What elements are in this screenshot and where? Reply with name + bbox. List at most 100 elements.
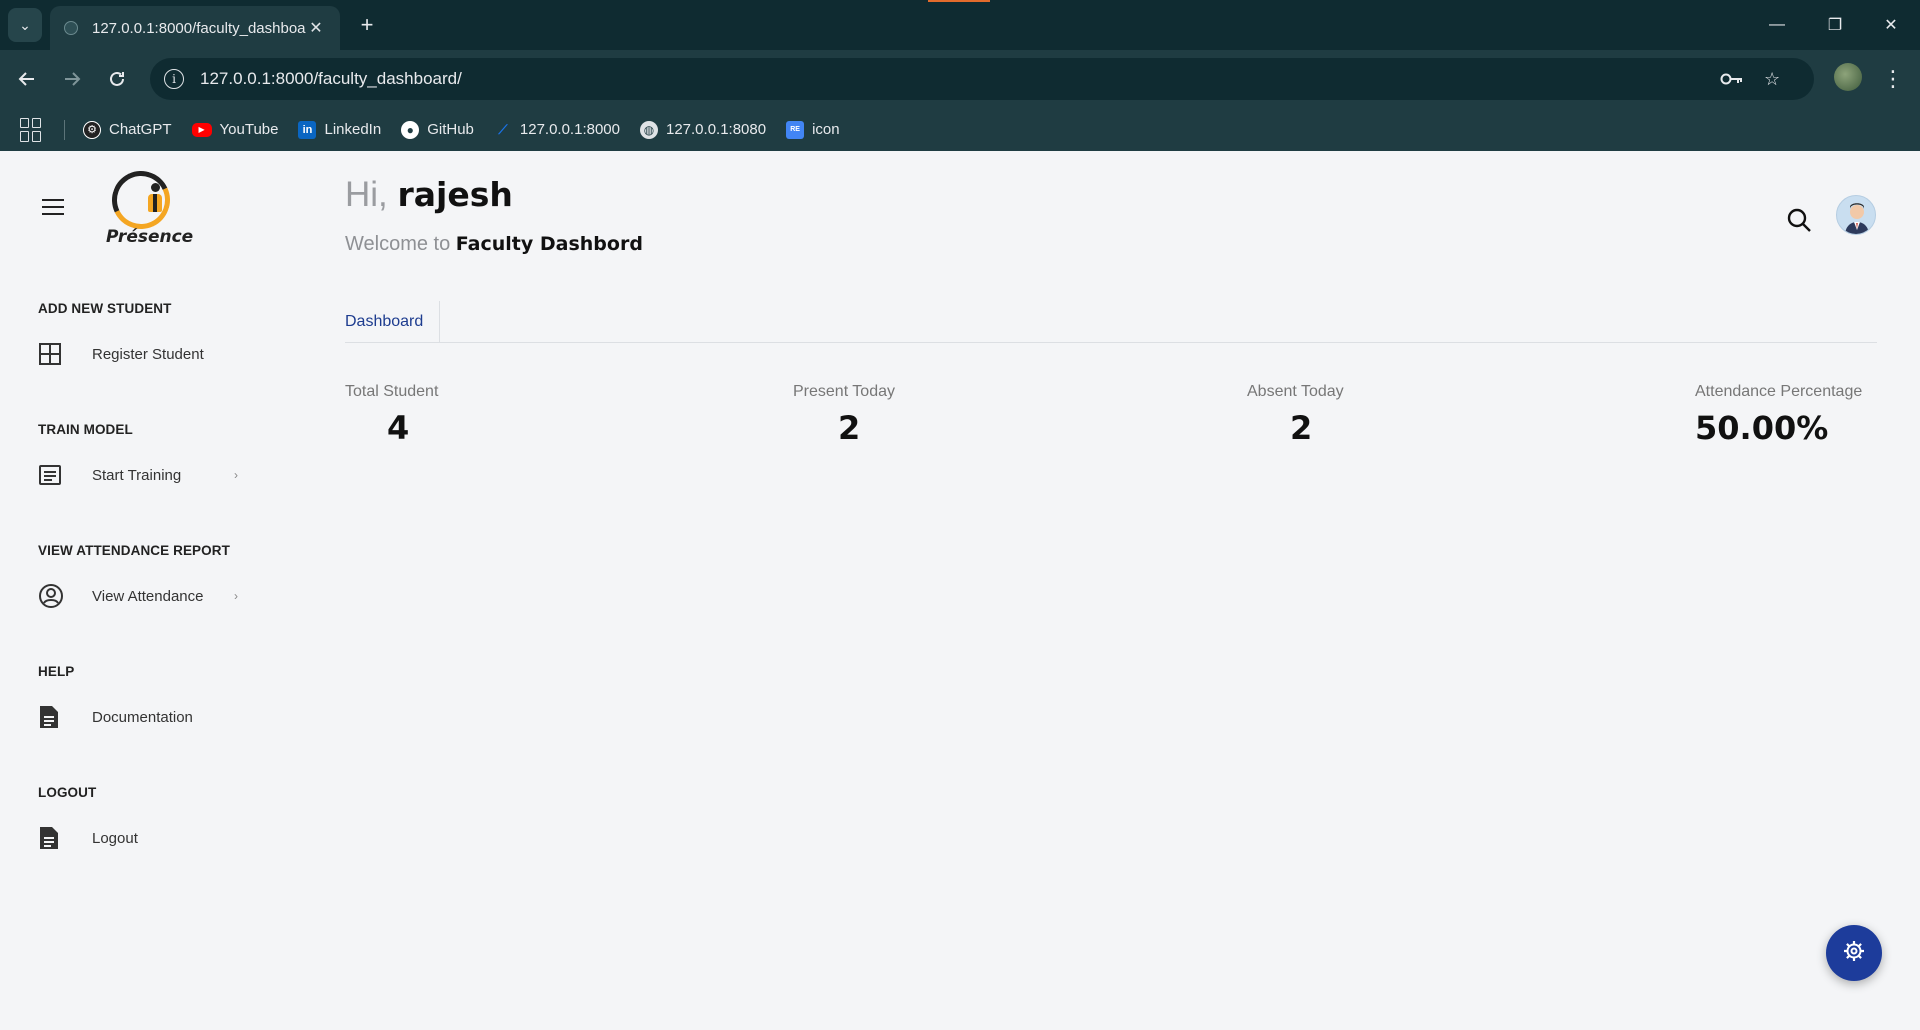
faculty-dashboard-page: Présence ADD NEW STUDENT Register Studen… (0, 151, 1920, 1030)
linkedin-icon: in (298, 120, 317, 139)
browser-tab-active[interactable]: 127.0.0.1:8000/faculty_dashboard/ ✕ (50, 6, 340, 50)
address-bar[interactable]: i 127.0.0.1:8000/faculty_dashboard/ ☆ (150, 58, 1814, 100)
stat-label: Attendance Percentage (1695, 383, 1863, 400)
new-tab-button[interactable]: + (352, 10, 382, 40)
repo-icon: RE (786, 120, 805, 139)
bookmark-icon[interactable]: RE icon (786, 120, 840, 139)
chevron-right-icon: › (234, 589, 238, 603)
tab-favicon-icon (64, 21, 78, 35)
welcome-prefix: Welcome to (345, 233, 451, 255)
localhost-icon: ⟋ (498, 121, 508, 137)
logo-text: Présence (106, 227, 194, 247)
apps-grid-icon[interactable] (20, 117, 44, 142)
back-arrow-icon[interactable] (10, 62, 44, 96)
dashboard-name: Faculty Dashbord (455, 233, 643, 255)
sidebar-item-label: Start Training (92, 466, 182, 484)
sidebar-item-start-training[interactable]: Start Training › (38, 456, 238, 494)
sidebar-item-label: Documentation (92, 708, 193, 726)
stat-absent-today: Absent Today 2 (1247, 383, 1344, 447)
bookmark-label: icon (812, 121, 840, 138)
document-icon (38, 704, 78, 730)
stat-total-student: Total Student 4 (345, 383, 438, 447)
greeting-prefix: Hi, (345, 175, 388, 214)
stat-value: 4 (387, 409, 410, 447)
welcome-subtitle: Welcome to Faculty Dashbord (345, 233, 643, 256)
logo-person-icon (147, 183, 163, 213)
bookmark-label: ChatGPT (109, 121, 172, 138)
bookmark-github[interactable]: ● GitHub (401, 120, 474, 139)
user-name: rajesh (397, 175, 513, 214)
sidebar-heading: VIEW ATTENDANCE REPORT (38, 543, 230, 558)
gear-icon (1843, 940, 1865, 967)
stat-label: Total Student (345, 383, 439, 400)
sidebar-section-logout: LOGOUT Logout (0, 785, 260, 906)
restore-window-button[interactable]: ❐ (1806, 0, 1864, 50)
greeting-heading: Hi, rajesh (345, 175, 513, 215)
bookmark-youtube[interactable]: ▶ YouTube (191, 121, 279, 138)
bookmark-localhost-8080[interactable]: ◍ 127.0.0.1:8080 (639, 120, 767, 139)
bookmark-label: 127.0.0.1:8000 (519, 121, 620, 138)
github-icon: ● (401, 120, 420, 139)
sidebar-item-label: Register Student (92, 345, 204, 363)
chevron-right-icon: › (234, 468, 238, 482)
sidebar-section-train-model: TRAIN MODEL Start Training › (0, 422, 260, 543)
sidebar-item-label: View Attendance (92, 587, 204, 605)
forward-arrow-icon[interactable] (55, 62, 89, 96)
grid-icon (38, 342, 78, 366)
stat-label: Present Today (793, 383, 895, 400)
hamburger-menu-icon[interactable] (42, 199, 64, 215)
user-circle-icon (38, 583, 78, 609)
sidebar-heading: ADD NEW STUDENT (38, 301, 172, 316)
sidebar-heading: HELP (38, 664, 75, 679)
stats-row: Total Student 4 Present Today 2 Absent T… (345, 383, 1877, 463)
stat-label: Absent Today (1247, 383, 1344, 400)
youtube-icon: ▶ (191, 122, 212, 137)
stat-present-today: Present Today 2 (793, 383, 895, 447)
address-bar-url: 127.0.0.1:8000/faculty_dashboard/ (200, 69, 462, 88)
sidebar-item-register-student[interactable]: Register Student (38, 335, 238, 373)
bookmark-label: 127.0.0.1:8080 (665, 121, 767, 138)
bookmark-linkedin[interactable]: in LinkedIn (298, 120, 382, 139)
tab-strip-accent (928, 0, 990, 2)
browser-menu-icon[interactable]: ⋮ (1878, 62, 1908, 96)
stat-value: 2 (838, 409, 861, 447)
presence-logo[interactable]: Présence (100, 162, 195, 249)
bookmark-label: YouTube (219, 121, 279, 138)
bookmark-localhost-8000[interactable]: ⟋ 127.0.0.1:8000 (494, 121, 620, 139)
tab-close-icon[interactable]: ✕ (306, 18, 326, 38)
message-icon (38, 464, 78, 486)
sidebar: ADD NEW STUDENT Register Student TRAIN M… (0, 301, 260, 906)
tab-title: 127.0.0.1:8000/faculty_dashboard/ (92, 19, 306, 37)
tab-dashboard[interactable]: Dashboard (345, 301, 441, 343)
bookmarks-bar: ⚙ ChatGPT ▶ YouTube in LinkedIn ● GitHub… (0, 108, 1920, 151)
sidebar-item-logout[interactable]: Logout (38, 819, 238, 857)
close-window-button[interactable]: ✕ (1862, 0, 1920, 50)
bookmark-label: LinkedIn (324, 121, 382, 138)
bookmark-chatgpt[interactable]: ⚙ ChatGPT (83, 120, 172, 139)
document-icon (38, 825, 78, 851)
sidebar-item-documentation[interactable]: Documentation (38, 698, 238, 736)
sidebar-section-view-attendance: VIEW ATTENDANCE REPORT View Attendance › (0, 543, 260, 664)
site-info-icon[interactable]: i (164, 69, 184, 89)
sidebar-item-label: Logout (92, 829, 138, 847)
profile-avatar-icon[interactable] (1834, 63, 1862, 91)
sidebar-section-help: HELP Documentation (0, 664, 260, 785)
settings-fab-button[interactable] (1826, 925, 1882, 981)
search-icon[interactable] (1786, 207, 1812, 233)
sidebar-section-add-student: ADD NEW STUDENT Register Student (0, 301, 260, 422)
password-key-icon[interactable] (1720, 58, 1744, 100)
sidebar-heading: TRAIN MODEL (38, 422, 133, 437)
browser-toolbar: i 127.0.0.1:8000/faculty_dashboard/ ☆ ⋮ (0, 50, 1920, 108)
chatgpt-icon: ⚙ (83, 120, 101, 139)
bookmark-star-icon[interactable]: ☆ (1764, 58, 1780, 100)
minimize-window-button[interactable]: — (1748, 0, 1806, 50)
globe-icon: ◍ (639, 120, 658, 139)
reload-icon[interactable] (100, 62, 134, 96)
user-avatar[interactable] (1836, 195, 1876, 235)
sidebar-item-view-attendance[interactable]: View Attendance › (38, 577, 238, 615)
tab-search-chevron-icon[interactable]: ⌄ (8, 8, 42, 42)
stat-value: 2 (1290, 409, 1313, 447)
stat-attendance-percentage: Attendance Percentage 50.00% (1695, 383, 1862, 447)
browser-tabstrip: ⌄ 127.0.0.1:8000/faculty_dashboard/ ✕ + … (0, 0, 1920, 50)
bookmarks-divider (64, 119, 65, 140)
